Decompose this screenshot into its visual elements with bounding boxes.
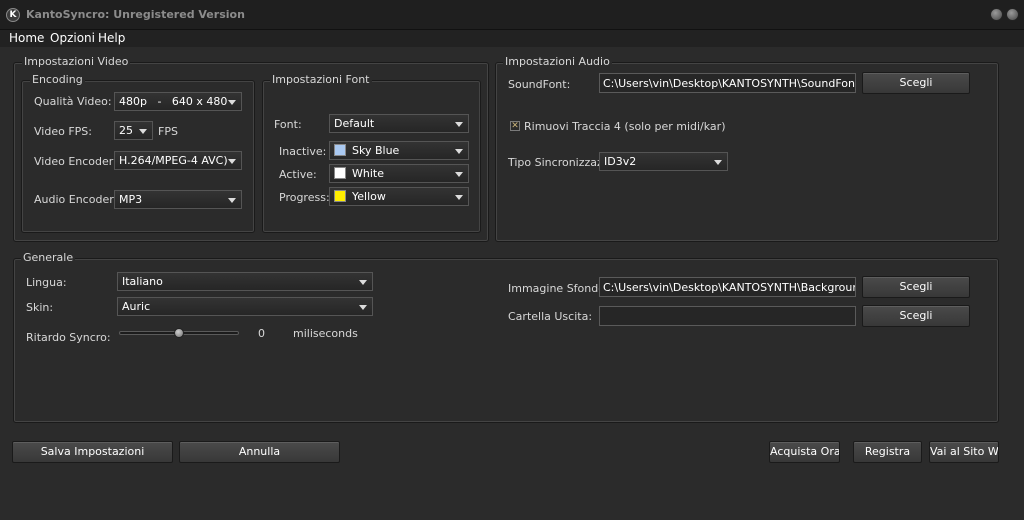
register-button[interactable]: Registra xyxy=(853,441,922,463)
encoding-title: Encoding xyxy=(30,73,85,86)
menu-home[interactable]: Home xyxy=(9,31,44,45)
menu-opzioni[interactable]: Opzioni xyxy=(50,31,95,45)
audio-encoder-combo[interactable]: MP3 xyxy=(114,190,242,209)
skin-label: Skin: xyxy=(26,301,54,314)
progress-value: Yellow xyxy=(352,190,386,203)
soundfont-choose-button[interactable]: Scegli xyxy=(862,72,970,94)
website-button[interactable]: Vai al Sito Web xyxy=(929,441,999,463)
fps-value: 25 xyxy=(119,124,133,137)
background-image-field[interactable]: C:\Users\vin\Desktop\KANTOSYNTH\Backgrou… xyxy=(599,277,856,297)
soundfont-field[interactable]: C:\Users\vin\Desktop\KANTOSYNTH\SoundFon… xyxy=(599,73,856,93)
output-folder-label: Cartella Uscita: xyxy=(508,310,593,323)
delay-slider-thumb[interactable] xyxy=(174,328,184,338)
sync-type-combo[interactable]: ID3v2 xyxy=(599,152,728,171)
active-value: White xyxy=(352,167,384,180)
chevron-down-icon xyxy=(359,280,367,285)
fps-combo[interactable]: 25 xyxy=(114,121,153,140)
chevron-down-icon xyxy=(228,159,236,164)
menu-bar xyxy=(0,30,1024,47)
font-value: Default xyxy=(334,117,375,130)
video-settings-title: Impostazioni Video xyxy=(22,55,131,68)
delay-label: Ritardo Syncro: xyxy=(26,331,111,344)
progress-color-combo[interactable]: Yellow xyxy=(329,187,469,206)
chevron-down-icon xyxy=(359,305,367,310)
language-combo[interactable]: Italiano xyxy=(117,272,373,291)
chevron-down-icon xyxy=(455,149,463,154)
active-color-combo[interactable]: White xyxy=(329,164,469,183)
buy-now-button[interactable]: Acquista Ora xyxy=(769,441,840,463)
video-encoder-combo[interactable]: H.264/MPEG-4 AVC) xyxy=(114,151,242,170)
audio-encoder-label: Audio Encoder: xyxy=(34,193,118,206)
background-image-label: Immagine Sfondo: xyxy=(508,282,609,295)
fps-label: Video FPS: xyxy=(34,125,92,138)
video-encoder-value: H.264/MPEG-4 AVC) xyxy=(119,154,228,167)
remove-track-checkbox[interactable]: ✕ xyxy=(510,121,520,131)
inactive-label: Inactive: xyxy=(279,145,327,158)
cancel-button[interactable]: Annulla xyxy=(179,441,340,463)
chevron-down-icon xyxy=(228,198,236,203)
output-folder-field[interactable] xyxy=(599,306,856,326)
delay-unit: miliseconds xyxy=(293,327,358,340)
kanto-logo-icon: K xyxy=(6,8,20,22)
output-choose-button[interactable]: Scegli xyxy=(862,305,970,327)
save-settings-button[interactable]: Salva Impostazioni xyxy=(12,441,173,463)
skin-value: Auric xyxy=(122,300,151,313)
font-combo[interactable]: Default xyxy=(329,114,469,133)
active-color-swatch xyxy=(334,167,346,179)
inactive-color-swatch xyxy=(334,144,346,156)
delay-value: 0 xyxy=(258,327,265,340)
inactive-color-combo[interactable]: Sky Blue xyxy=(329,141,469,160)
quality-label: Qualità Video: xyxy=(34,95,112,108)
language-label: Lingua: xyxy=(26,276,67,289)
background-choose-button[interactable]: Scegli xyxy=(862,276,970,298)
sync-type-value: ID3v2 xyxy=(604,155,637,168)
skin-combo[interactable]: Auric xyxy=(117,297,373,316)
progress-label: Progress: xyxy=(279,191,330,204)
chevron-down-icon xyxy=(455,122,463,127)
inactive-value: Sky Blue xyxy=(352,144,400,157)
font-settings-title: Impostazioni Font xyxy=(270,73,372,86)
menu-help[interactable]: Help xyxy=(98,31,125,45)
close-button[interactable] xyxy=(1006,8,1019,21)
font-label: Font: xyxy=(274,118,302,131)
chevron-down-icon xyxy=(228,100,236,105)
general-title: Generale xyxy=(21,251,76,264)
chevron-down-icon xyxy=(455,195,463,200)
fps-unit: FPS xyxy=(158,125,178,138)
video-encoder-label: Video Encoder: xyxy=(34,155,117,168)
soundfont-label: SoundFont: xyxy=(508,78,571,91)
quality-value: 480p - 640 x 480 xyxy=(119,95,228,108)
audio-encoder-value: MP3 xyxy=(119,193,143,206)
language-value: Italiano xyxy=(122,275,163,288)
window-title: KantoSyncro: Unregistered Version xyxy=(26,8,245,21)
progress-color-swatch xyxy=(334,190,346,202)
remove-track-label: Rimuovi Traccia 4 (solo per midi/kar) xyxy=(524,120,726,133)
minimize-button[interactable] xyxy=(990,8,1003,21)
audio-settings-title: Impostazioni Audio xyxy=(503,55,612,68)
quality-combo[interactable]: 480p - 640 x 480 xyxy=(114,92,242,111)
chevron-down-icon xyxy=(139,129,147,134)
active-label: Active: xyxy=(279,168,317,181)
chevron-down-icon xyxy=(714,160,722,165)
chevron-down-icon xyxy=(455,172,463,177)
